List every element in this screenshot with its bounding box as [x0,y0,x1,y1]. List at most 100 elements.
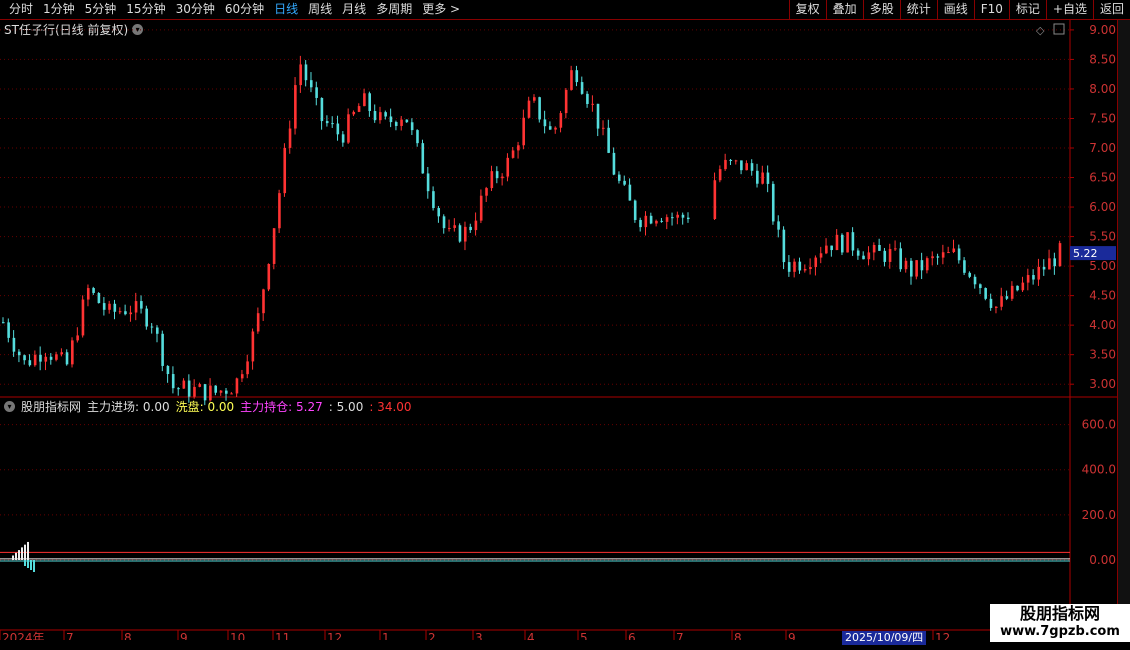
candle-body [878,245,881,251]
candle-body [214,385,217,393]
candle-body [129,312,133,315]
candle-body [60,352,64,355]
indicator-neg-bar [30,560,32,570]
candle-body [267,263,271,290]
candle-body [150,326,154,328]
candle-body [437,208,441,217]
candle-body [925,258,929,271]
candle-body [617,174,621,181]
toolbar-button-7[interactable]: +自选 [1045,0,1093,19]
candle-body [809,267,812,270]
candle-body [469,226,472,231]
candle-body [12,337,16,352]
tab-period-1[interactable]: 1分钟 [38,2,80,17]
tab-period-6[interactable]: 日线 [269,2,303,17]
candle-body [134,301,138,313]
indicator-item-4: : 34.00 [369,399,412,414]
candle-body [1037,266,1041,280]
candle-body [575,70,579,83]
candle-body [193,386,196,397]
toolbar-button-4[interactable]: 画线 [936,0,974,19]
tab-period-3[interactable]: 15分钟 [121,2,170,17]
tab-period-9[interactable]: 多周期 [371,2,417,17]
candle-body [81,299,85,336]
candle-body [1016,285,1019,291]
toolbar-button-6[interactable]: 标记 [1008,0,1046,19]
candle-body [251,331,255,362]
candle-body [39,354,42,362]
tab-period-8[interactable]: 月线 [337,2,371,17]
time-tick-label: 4 [527,631,535,640]
candle-body [883,250,887,262]
toolbar-button-8[interactable]: 返回 [1092,0,1130,19]
candle-body [554,127,557,130]
indicator-neg-bar [24,560,26,566]
indicator-item-1: 洗盘: 0.00 [175,400,235,414]
candle-body [92,288,95,293]
candle-body [511,150,515,158]
candle-body [856,250,860,256]
indicator-bar [21,547,23,560]
candle-body [97,292,101,304]
price-tick-label: 7.00 [1089,141,1116,155]
candle-body [660,220,664,222]
candle-body [777,221,780,230]
candle-body [888,248,892,262]
price-tick-label: 7.50 [1089,111,1116,125]
candle-body [501,176,504,179]
candle-body [559,113,563,128]
indicator-bar [27,541,29,560]
candle-body [262,289,265,314]
tab-period-7[interactable]: 周线 [303,2,337,17]
tab-period-5[interactable]: 60分钟 [220,2,269,17]
tab-period-10[interactable]: 更多 > [417,2,465,17]
right-side-strip[interactable] [1117,20,1130,640]
candle-body [379,112,382,121]
chevron-down-icon[interactable]: ▾ [4,401,15,412]
time-tick-label: 12 [327,631,342,640]
toolbar-button-2[interactable]: 多股 [862,0,900,19]
indicator-item-2: 主力持仓: 5.27 [240,400,323,414]
toolbar-button-0[interactable]: 复权 [788,0,826,19]
candle-body [315,87,318,98]
tab-period-2[interactable]: 5分钟 [80,2,122,17]
candle-body [591,103,595,105]
candle-body [612,152,616,175]
tab-period-4[interactable]: 30分钟 [171,2,220,17]
time-tick-label: 12 [935,631,950,640]
time-tick-label: 7 [66,631,74,640]
candle-body [819,253,823,258]
candle-body [947,252,950,254]
candle-body [973,276,977,285]
candle-body [161,333,164,366]
tab-period-0[interactable]: 分时 [4,2,38,17]
candle-body [230,393,233,395]
candle-body [490,171,494,189]
candle-body [384,112,387,117]
price-tick-label: 4.00 [1089,318,1116,332]
candle-body [65,352,69,365]
toolbar-button-5[interactable]: F10 [973,0,1009,19]
candle-body [357,106,361,112]
time-tick-label: 2024年 [2,631,45,640]
candle-body [331,123,334,125]
kline-chart[interactable]: 9.00 8.50 8.00 7.50 7.00 6.50 6.00 5.50 5.00 4.50… [0,20,1118,640]
candle-body [363,93,366,107]
watermark-line1: 股朋指标网 [1019,604,1100,623]
candle-body [246,361,249,375]
candle-body [904,260,908,270]
time-tick-label: 8 [734,631,742,640]
candle-body [442,216,446,229]
indicator-item-0: 主力进场: 0.00 [87,400,170,414]
toolbar-button-1[interactable]: 叠加 [825,0,863,19]
candle-body [543,119,547,127]
price-tick-label: 5.00 [1089,259,1116,273]
candle-body [44,356,48,362]
price-tick-label: 3.50 [1089,348,1116,362]
candle-body [463,226,467,242]
candle-body [910,260,913,277]
watermark-line2: www.7gpzb.com [1000,624,1120,639]
period-toolbar: 分时 1分钟 5分钟 15分钟 30分钟 60分钟 日线 周线 月线 多周期 更多 > 复权 叠加 多股… [0,0,1130,20]
toolbar-button-3[interactable]: 统计 [899,0,937,19]
candle-body [240,374,244,379]
